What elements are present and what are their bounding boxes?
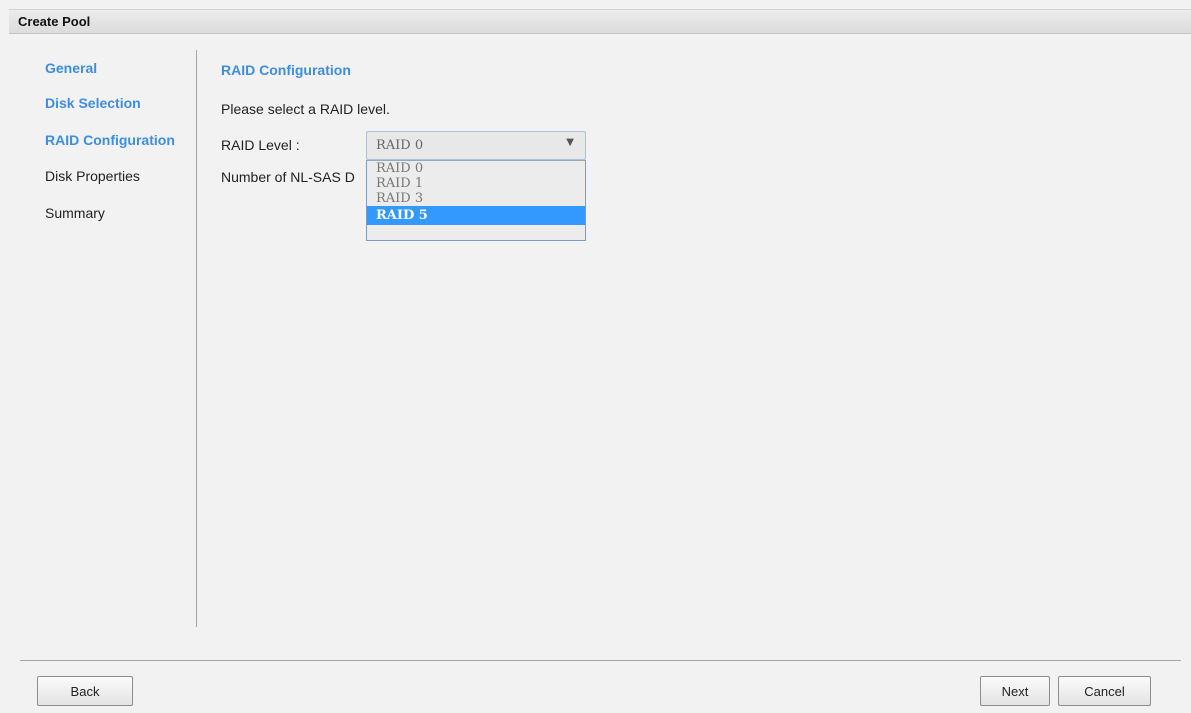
wizard-step-disk-properties: Disk Properties xyxy=(45,168,140,184)
dropdown-arrow-icon: ▼ xyxy=(566,137,574,148)
raid-level-options-list: RAID 0 RAID 1 RAID 3 RAID 5 xyxy=(366,160,586,241)
wizard-step-raid-configuration[interactable]: RAID Configuration xyxy=(45,132,175,148)
dialog-titlebar: Create Pool xyxy=(9,9,1191,34)
back-button[interactable]: Back xyxy=(37,676,133,706)
raid-option-3[interactable]: RAID 3 xyxy=(367,191,585,206)
dialog-title: Create Pool xyxy=(18,14,91,29)
create-pool-dialog: Create Pool General Disk Selection RAID … xyxy=(0,0,1191,713)
raid-option-0[interactable]: RAID 0 xyxy=(367,161,585,176)
instruction-text: Please select a RAID level. xyxy=(221,101,390,117)
wizard-step-summary: Summary xyxy=(45,205,105,221)
raid-level-select[interactable]: RAID 0 ▼ xyxy=(366,131,586,160)
raid-option-5[interactable]: RAID 5 xyxy=(367,206,585,225)
wizard-step-general[interactable]: General xyxy=(45,60,97,76)
raid-option-1[interactable]: RAID 1 xyxy=(367,176,585,191)
raid-level-select-value: RAID 0 xyxy=(376,138,424,153)
wizard-step-disk-selection[interactable]: Disk Selection xyxy=(45,95,141,111)
cancel-button[interactable]: Cancel xyxy=(1058,676,1151,706)
vertical-divider xyxy=(196,50,197,627)
section-title: RAID Configuration xyxy=(221,62,351,78)
footer-divider xyxy=(20,660,1181,661)
raid-level-label: RAID Level : xyxy=(221,137,300,153)
disk-count-label: Number of NL-SAS D xyxy=(221,169,355,185)
next-button[interactable]: Next xyxy=(980,676,1050,706)
